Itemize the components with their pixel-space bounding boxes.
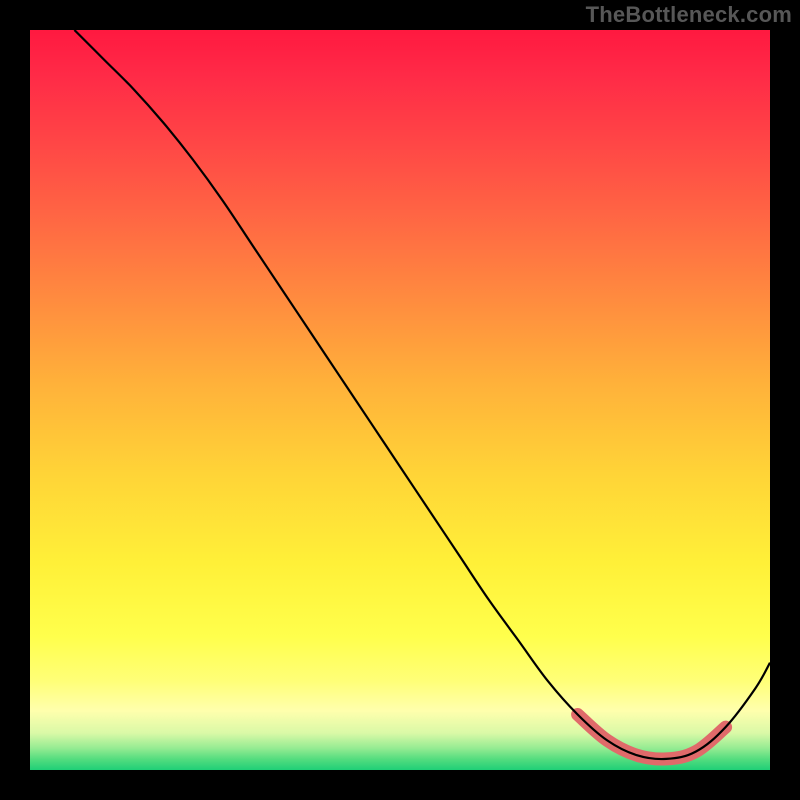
watermark-text: TheBottleneck.com — [586, 2, 792, 28]
gradient-background — [30, 30, 770, 770]
bottleneck-chart — [0, 0, 800, 800]
